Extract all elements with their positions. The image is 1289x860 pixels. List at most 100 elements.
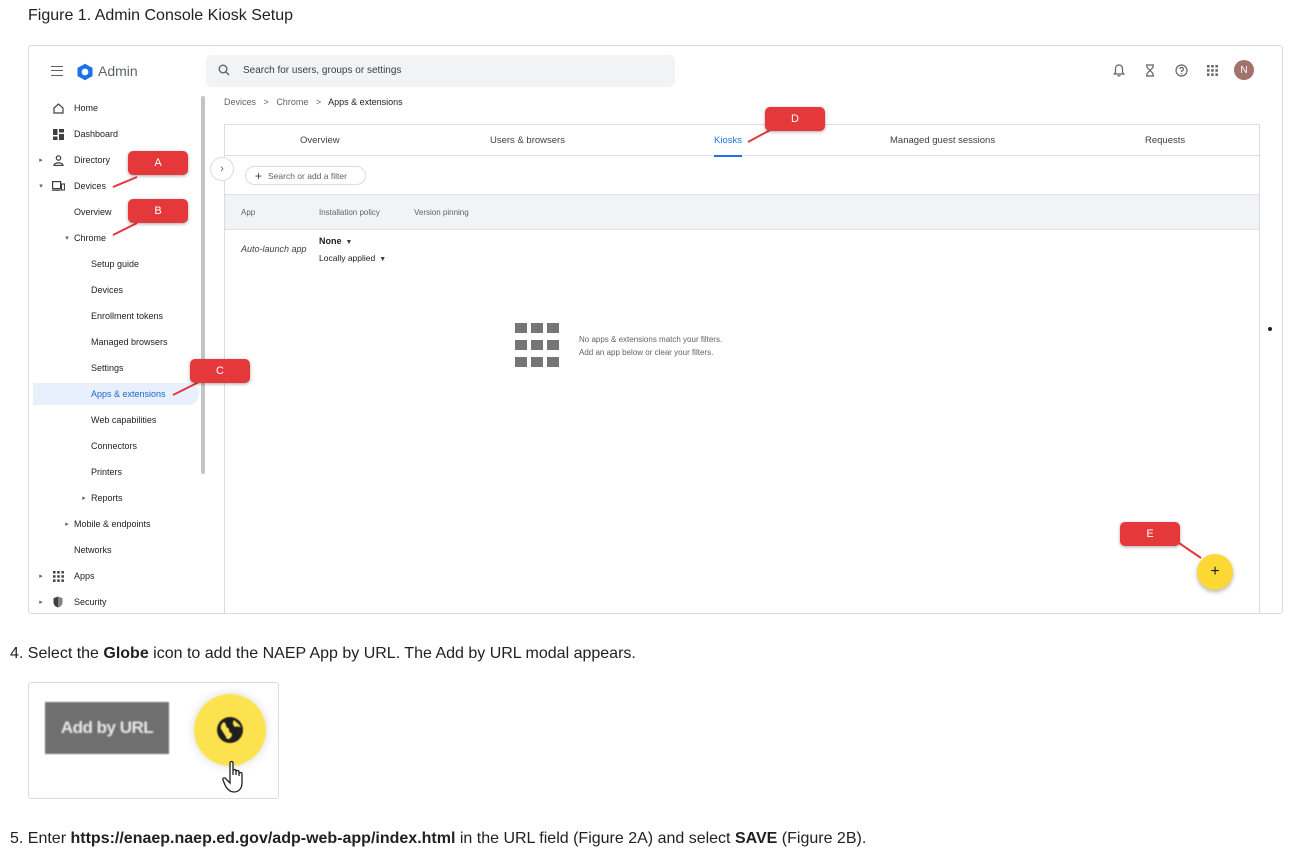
tab-bar: Overview Users & browsers Kiosks Managed…	[225, 124, 1259, 157]
empty-state-line1: No apps & extensions match your filters.	[579, 335, 723, 344]
sidebar-item-label: Devices	[74, 181, 107, 191]
step-4-prefix: 4. Select the	[10, 645, 104, 662]
menu-icon[interactable]	[51, 66, 63, 76]
add-filter-button[interactable]: + Search or add a filter	[245, 166, 366, 185]
main-panel: Overview Users & browsers Kiosks Managed…	[224, 124, 1260, 613]
tab-managed-guest-sessions[interactable]: Managed guest sessions	[890, 125, 995, 156]
sidebar-item-printers[interactable]: Printers	[29, 462, 199, 482]
sidebar-item-chrome[interactable]: ▾ Chrome	[29, 228, 199, 248]
help-icon[interactable]	[1172, 61, 1190, 79]
caret-right-icon: ▸	[39, 599, 43, 606]
sidebar-item-label: Devices	[91, 285, 124, 295]
add-app-fab[interactable]: +	[1197, 554, 1233, 590]
breadcrumb-devices[interactable]: Devices	[224, 97, 256, 107]
sidebar-item-label: Enrollment tokens	[91, 311, 164, 321]
bell-icon[interactable]	[1110, 61, 1128, 79]
apps-icon	[51, 569, 65, 583]
step-5-suffix: (Figure 2B).	[777, 830, 867, 847]
callout-c: C	[190, 359, 250, 383]
apps-grid-icon[interactable]	[1203, 61, 1221, 79]
add-by-url-screenshot: Add by URL	[28, 682, 279, 799]
sidebar-item-label: Setup guide	[91, 259, 140, 269]
sidebar-item-devices[interactable]: ▾ Devices	[29, 176, 199, 196]
sidebar-item-apps-extensions[interactable]: Apps & extensions	[33, 383, 199, 405]
step-5-middle: in the URL field (Figure 2A) and select	[455, 830, 735, 847]
sidebar-item-setup-guide[interactable]: Setup guide	[29, 254, 199, 274]
dropdown-arrow-icon: ▼	[345, 239, 353, 246]
sidebar-item-label: Mobile & endpoints	[74, 519, 151, 529]
step-4-bold: Globe	[103, 645, 149, 662]
sidebar-item-connectors[interactable]: Connectors	[29, 436, 199, 456]
sidebar-item-label: Managed browsers	[91, 337, 168, 347]
tab-overview[interactable]: Overview	[300, 125, 340, 156]
sidebar-item-label: Chrome	[74, 233, 107, 243]
caret-down-icon: ▾	[39, 183, 43, 190]
breadcrumb-separator: >	[315, 97, 322, 107]
person-icon	[51, 153, 65, 167]
tab-users-browsers[interactable]: Users & browsers	[490, 125, 565, 156]
sidebar-item-networks[interactable]: Networks	[29, 540, 199, 560]
sidebar-item-security[interactable]: ▸ Security	[29, 592, 199, 612]
expand-filter-icon[interactable]: ›	[210, 157, 234, 181]
sidebar-item-chrome-devices[interactable]: Devices	[29, 280, 199, 300]
sidebar-item-label: Directory	[74, 155, 111, 165]
admin-console-screenshot: Admin Search for users, groups or settin…	[28, 45, 1283, 614]
caret-right-icon: ▸	[65, 521, 69, 528]
sidebar-item-label: Connectors	[91, 441, 138, 451]
step-5-text: 5. Enter https://enaep.naep.ed.gov/adp-w…	[10, 830, 866, 848]
sidebar-item-dashboard[interactable]: Dashboard	[29, 124, 199, 144]
devices-icon	[51, 179, 65, 193]
step-5-url: https://enaep.naep.ed.gov/adp-web-app/in…	[70, 830, 456, 847]
empty-state-line2: Add an app below or clear your filters.	[579, 348, 714, 357]
sidebar-item-label: Apps	[74, 571, 95, 581]
auto-launch-label: Auto-launch app	[241, 244, 307, 254]
scope-value: Locally applied	[319, 253, 376, 263]
sidebar-item-label: Dashboard	[74, 129, 119, 139]
callout-e: E	[1120, 522, 1180, 546]
caret-right-icon: ▸	[82, 495, 86, 502]
filter-placeholder: Search or add a filter	[268, 170, 347, 181]
tab-requests[interactable]: Requests	[1145, 125, 1185, 156]
globe-button[interactable]	[194, 694, 266, 766]
sidebar-item-label: Overview	[74, 207, 112, 217]
caret-right-icon: ▸	[39, 573, 43, 580]
sidebar-item-label: Settings	[91, 363, 124, 373]
sidebar-item-label: Printers	[91, 467, 123, 477]
search-placeholder: Search for users, groups or settings	[243, 65, 402, 76]
pointer-hand-icon	[222, 760, 243, 793]
column-header-app: App	[241, 208, 256, 217]
tab-kiosks[interactable]: Kiosks	[714, 125, 742, 157]
policy-dropdown[interactable]: None ▼	[319, 236, 352, 246]
table-header: App Installation policy Version pinning	[225, 194, 1259, 230]
breadcrumb-chrome[interactable]: Chrome	[276, 97, 308, 107]
dashboard-icon	[51, 127, 65, 141]
breadcrumb-separator: >	[263, 97, 269, 107]
empty-state-grid-icon	[515, 323, 559, 367]
sidebar-item-enrollment-tokens[interactable]: Enrollment tokens	[29, 306, 199, 326]
sidebar-item-apps[interactable]: ▸ Apps	[29, 566, 199, 586]
sidebar-item-mobile-endpoints[interactable]: ▸ Mobile & endpoints	[29, 514, 199, 534]
avatar[interactable]: N	[1234, 60, 1254, 80]
scope-dropdown[interactable]: Locally applied ▼	[319, 253, 386, 263]
app-title: Admin	[98, 63, 138, 79]
sidebar-item-label: Home	[74, 103, 99, 113]
search-input[interactable]: Search for users, groups or settings	[206, 55, 675, 87]
sidebar-scrollbar[interactable]	[201, 96, 205, 474]
policy-value: None	[319, 236, 342, 246]
top-bar: Admin Search for users, groups or settin…	[29, 46, 1282, 96]
sidebar-item-web-capabilities[interactable]: Web capabilities	[29, 410, 199, 430]
callout-b: B	[128, 199, 188, 223]
column-header-version-pinning: Version pinning	[414, 208, 469, 217]
breadcrumb: Devices > Chrome > Apps & extensions	[224, 97, 403, 107]
step-5-save: SAVE	[734, 830, 778, 847]
sidebar-item-settings[interactable]: Settings	[29, 358, 199, 378]
sidebar-item-reports[interactable]: ▸ Reports	[29, 488, 199, 508]
hourglass-icon[interactable]	[1141, 61, 1159, 79]
admin-logo-icon	[77, 63, 93, 81]
sidebar-item-label: Security	[74, 597, 107, 607]
sidebar-item-home[interactable]: Home	[29, 98, 199, 118]
search-icon	[218, 64, 230, 76]
callout-a: A	[128, 151, 188, 175]
sidebar-item-managed-browsers[interactable]: Managed browsers	[29, 332, 199, 352]
empty-state-message: No apps & extensions match your filters.…	[579, 333, 722, 359]
